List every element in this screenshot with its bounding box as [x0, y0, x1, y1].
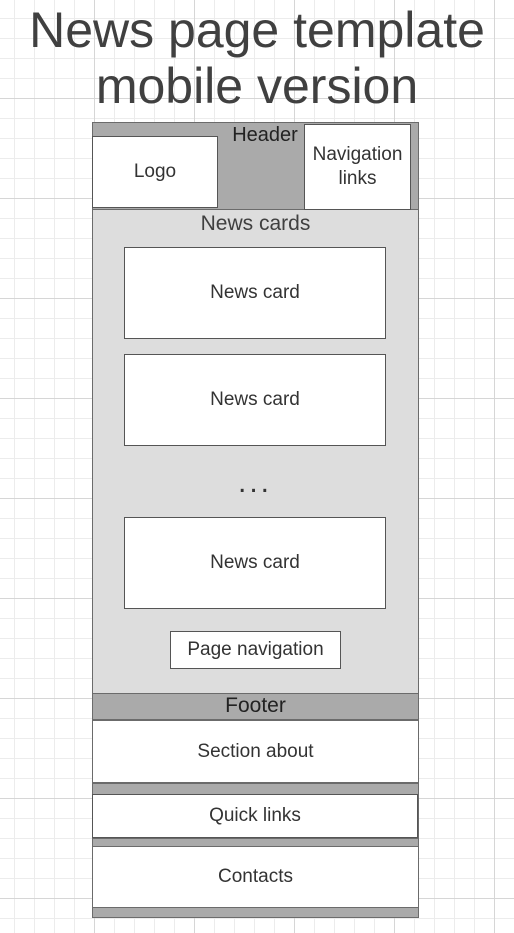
- page-navigation-box: Page navigation: [170, 631, 341, 669]
- news-cards-label: News cards: [200, 212, 311, 235]
- header-label: Header: [232, 124, 298, 146]
- logo-box: Logo: [92, 136, 218, 208]
- quick-links-box: Quick links: [92, 794, 418, 838]
- section-about-box: Section about: [92, 720, 419, 783]
- navigation-links-box: Navigation links: [304, 124, 411, 210]
- news-card-1: News card: [124, 247, 386, 339]
- footer-label: Footer: [225, 694, 286, 717]
- footer-bottom-strip: [92, 907, 419, 918]
- contacts-box: Contacts: [92, 846, 419, 908]
- more-cards-ellipsis: ...: [237, 466, 272, 499]
- news-card-3: News card: [124, 517, 386, 609]
- diagram-title: News page template mobile version: [29, 2, 485, 114]
- news-card-2: News card: [124, 354, 386, 446]
